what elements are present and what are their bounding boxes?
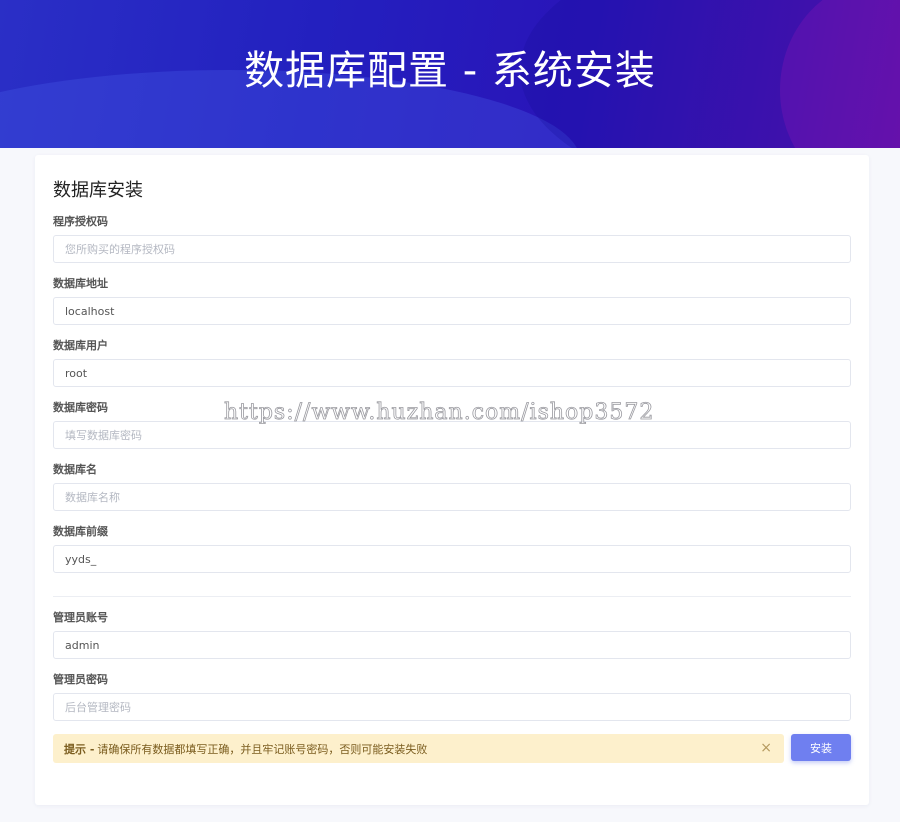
- form-title: 数据库安装: [53, 180, 143, 201]
- db-prefix-label: 数据库前缀: [53, 525, 108, 538]
- db-host-input[interactable]: [53, 297, 851, 325]
- license-code-label: 程序授权码: [53, 215, 108, 228]
- page-header: 数据库配置 - 系统安装: [0, 0, 900, 148]
- alert-title: 提示 -: [64, 742, 95, 756]
- section-divider: [53, 596, 851, 597]
- db-password-label: 数据库密码: [53, 401, 108, 414]
- close-icon[interactable]: ×: [760, 740, 772, 756]
- db-host-label: 数据库地址: [53, 277, 108, 290]
- install-button[interactable]: 安装: [791, 734, 851, 761]
- db-password-input[interactable]: [53, 421, 851, 449]
- admin-account-label: 管理员账号: [53, 611, 108, 624]
- admin-account-input[interactable]: [53, 631, 851, 659]
- db-name-label: 数据库名: [53, 463, 97, 476]
- license-code-input[interactable]: [53, 235, 851, 263]
- admin-password-label: 管理员密码: [53, 673, 108, 686]
- warning-alert: 提示 - 请确保所有数据都填写正确，并且牢记账号密码，否则可能安装失败 ×: [53, 734, 784, 763]
- db-name-input[interactable]: [53, 483, 851, 511]
- alert-message: 请确保所有数据都填写正确，并且牢记账号密码，否则可能安装失败: [97, 742, 428, 756]
- page-title: 数据库配置 - 系统安装: [244, 48, 656, 94]
- db-user-label: 数据库用户: [53, 339, 108, 352]
- db-prefix-input[interactable]: [53, 545, 851, 573]
- db-user-input[interactable]: [53, 359, 851, 387]
- install-form-card: 数据库安装 程序授权码 数据库地址 数据库用户 数据库密码 数据库名 数据库前缀…: [35, 155, 869, 805]
- admin-password-input[interactable]: [53, 693, 851, 721]
